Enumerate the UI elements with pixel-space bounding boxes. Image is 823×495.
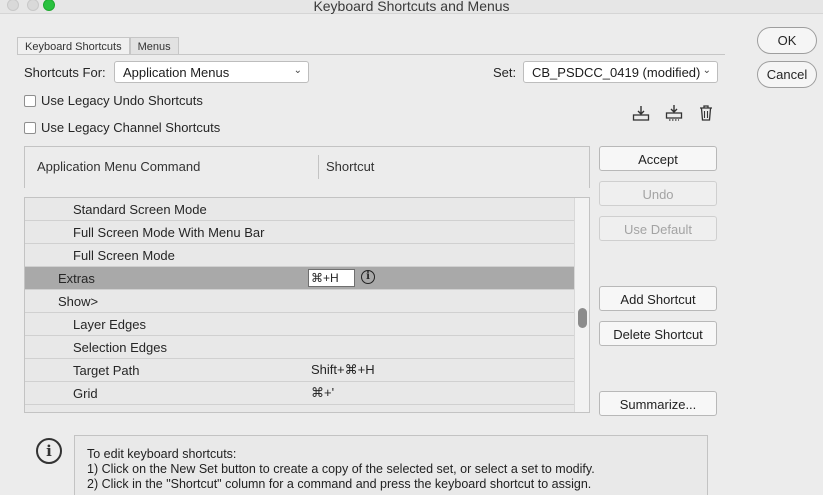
- table-row[interactable]: Layer Edges: [25, 313, 574, 336]
- column-header-command[interactable]: Application Menu Command: [37, 159, 200, 174]
- command-label: Layer Edges: [73, 317, 146, 332]
- instructions-box: To edit keyboard shortcuts: 1) Click on …: [74, 435, 708, 495]
- ok-button[interactable]: OK: [757, 27, 817, 54]
- tab-bar: Keyboard Shortcuts Menus: [17, 37, 179, 55]
- tab-divider: [17, 54, 725, 55]
- column-divider[interactable]: [318, 155, 319, 179]
- info-icon: i: [36, 438, 62, 464]
- accept-button[interactable]: Accept: [599, 146, 717, 171]
- delete-shortcut-button[interactable]: Delete Shortcut: [599, 321, 717, 346]
- set-value: CB_PSDCC_0419 (modified): [532, 65, 701, 80]
- table-row[interactable]: Full Screen Mode: [25, 244, 574, 267]
- table-row[interactable]: Show>: [25, 290, 574, 313]
- command-label: Extras: [58, 271, 95, 286]
- legacy-channel-checkbox[interactable]: [24, 122, 36, 134]
- conflict-info-icon[interactable]: i: [361, 270, 375, 284]
- table-row[interactable]: [25, 405, 574, 412]
- delete-set-icon[interactable]: [697, 104, 715, 122]
- cancel-button[interactable]: Cancel: [757, 61, 817, 88]
- set-label: Set:: [493, 65, 517, 80]
- table-row[interactable]: Target Path Shift+⌘+H: [25, 359, 574, 382]
- table-row-selected[interactable]: Extras ⌘+H i: [25, 267, 574, 290]
- chevron-down-icon: ⌄: [702, 65, 711, 76]
- add-shortcut-button[interactable]: Add Shortcut: [599, 286, 717, 311]
- instructions-line: 2) Click in the "Shortcut" column for a …: [87, 477, 592, 491]
- command-label: Show>: [58, 294, 99, 309]
- vertical-scrollbar[interactable]: [574, 198, 589, 412]
- command-label: Standard Screen Mode: [73, 202, 207, 217]
- shortcut-value: Shift+⌘+H: [311, 362, 375, 377]
- set-select[interactable]: CB_PSDCC_0419 (modified) ⌄: [523, 61, 718, 83]
- table-row[interactable]: Standard Screen Mode: [25, 198, 574, 221]
- save-set-icon[interactable]: [632, 104, 650, 122]
- table-row[interactable]: Full Screen Mode With Menu Bar: [25, 221, 574, 244]
- title-bar: Keyboard Shortcuts and Menus: [0, 0, 823, 14]
- save-set-as-icon[interactable]: [665, 104, 683, 122]
- legacy-undo-checkbox[interactable]: [24, 95, 36, 107]
- table-row[interactable]: Grid ⌘+': [25, 382, 574, 405]
- table-row[interactable]: Selection Edges: [25, 336, 574, 359]
- legacy-channel-label: Use Legacy Channel Shortcuts: [41, 120, 221, 135]
- tab-keyboard-shortcuts[interactable]: Keyboard Shortcuts: [17, 37, 130, 55]
- undo-button[interactable]: Undo: [599, 181, 717, 206]
- summarize-button[interactable]: Summarize...: [599, 391, 717, 416]
- instructions-line: To edit keyboard shortcuts:: [87, 447, 237, 461]
- command-label: Full Screen Mode With Menu Bar: [73, 225, 265, 240]
- shortcut-list[interactable]: Standard Screen Mode Full Screen Mode Wi…: [24, 197, 590, 413]
- table-header: Application Menu Command Shortcut: [24, 146, 590, 188]
- command-label: Selection Edges: [73, 340, 167, 355]
- legacy-undo-label: Use Legacy Undo Shortcuts: [41, 93, 203, 108]
- tab-menus[interactable]: Menus: [129, 37, 179, 55]
- command-label: Target Path: [73, 363, 140, 378]
- column-header-shortcut[interactable]: Shortcut: [326, 159, 374, 174]
- instructions-line: 1) Click on the New Set button to create…: [87, 462, 595, 476]
- window-title: Keyboard Shortcuts and Menus: [313, 0, 510, 14]
- command-label: Grid: [73, 386, 98, 401]
- shortcut-field[interactable]: ⌘+H: [308, 269, 355, 287]
- shortcuts-for-select[interactable]: Application Menus ⌄: [114, 61, 309, 83]
- shortcuts-for-value: Application Menus: [123, 65, 230, 80]
- use-default-button[interactable]: Use Default: [599, 216, 717, 241]
- chevron-down-icon: ⌄: [293, 65, 302, 76]
- scrollbar-thumb[interactable]: [578, 308, 587, 328]
- shortcut-value: ⌘+': [311, 385, 335, 400]
- command-label: Full Screen Mode: [73, 248, 175, 263]
- shortcuts-for-label: Shortcuts For:: [24, 65, 106, 80]
